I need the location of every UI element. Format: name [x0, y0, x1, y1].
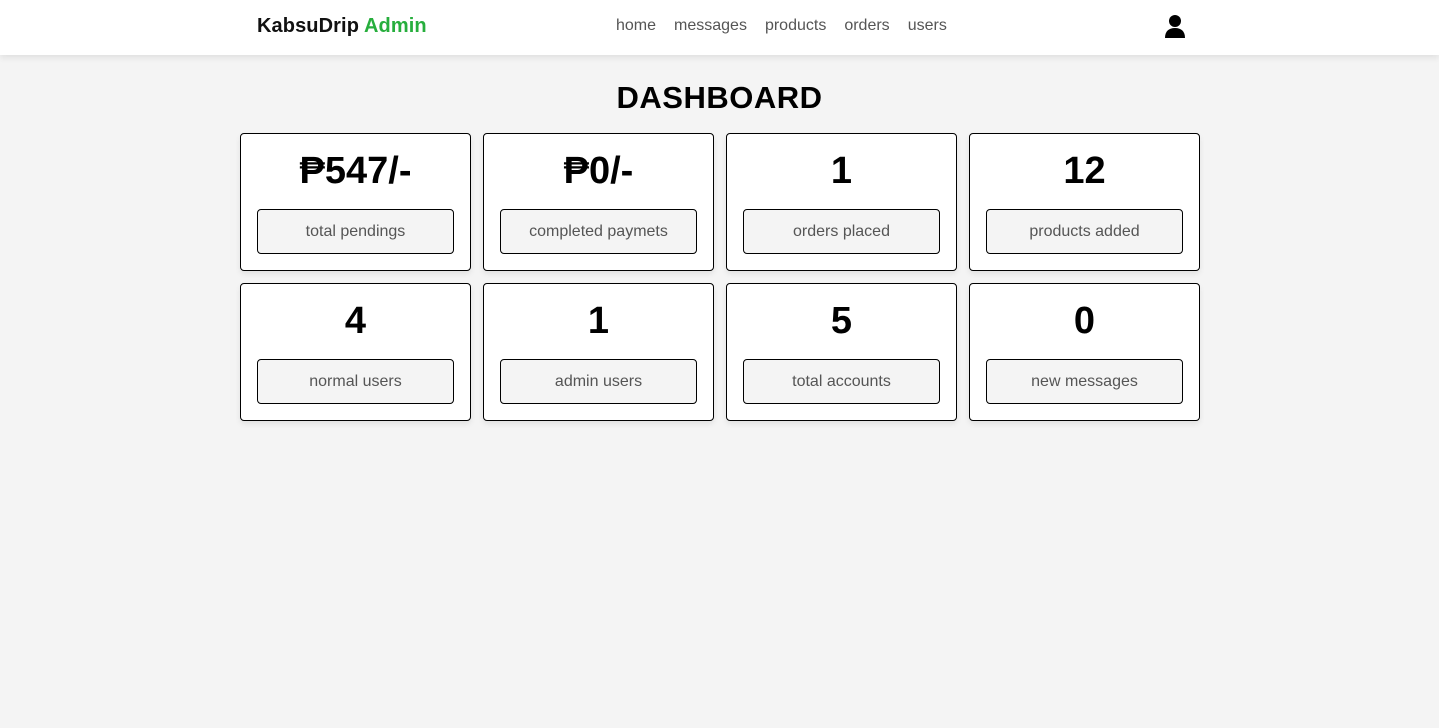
user-icon[interactable]: [1163, 14, 1187, 40]
page-title: DASHBOARD: [616, 80, 823, 115]
card-button[interactable]: products added: [986, 209, 1183, 254]
card-button[interactable]: new messages: [986, 359, 1183, 404]
nav-users[interactable]: users: [908, 17, 947, 35]
nav-orders[interactable]: orders: [844, 17, 889, 35]
card-value: 1: [830, 150, 853, 192]
card-button[interactable]: total accounts: [743, 359, 940, 404]
card-products-added: 12 products added: [969, 133, 1200, 271]
card-orders-placed: 1 orders placed: [726, 133, 957, 271]
card-value: ₱547/-: [299, 150, 412, 192]
card-normal-users: 4 normal users: [240, 283, 471, 421]
logo[interactable]: KabsuDrip Admin: [257, 15, 427, 38]
card-value: ₱0/-: [563, 150, 634, 192]
card-value: 0: [1073, 300, 1096, 342]
nav-products[interactable]: products: [765, 17, 826, 35]
navbar: home messages products orders users: [616, 17, 947, 35]
card-new-messages: 0 new messages: [969, 283, 1200, 421]
card-completed-payments: ₱0/- completed paymets: [483, 133, 714, 271]
card-value: 5: [830, 300, 853, 342]
logo-main: KabsuDrip: [257, 15, 360, 37]
card-total-pendings: ₱547/- total pendings: [240, 133, 471, 271]
card-value: 4: [344, 300, 367, 342]
nav-home[interactable]: home: [616, 17, 656, 35]
card-value: 12: [1063, 150, 1106, 192]
card-admin-users: 1 admin users: [483, 283, 714, 421]
card-button[interactable]: completed paymets: [500, 209, 697, 254]
card-button[interactable]: total pendings: [257, 209, 454, 254]
card-button[interactable]: normal users: [257, 359, 454, 404]
card-button[interactable]: admin users: [500, 359, 697, 404]
header: KabsuDrip Admin home messages products o…: [0, 0, 1439, 55]
card-button[interactable]: orders placed: [743, 209, 940, 254]
logo-accent: Admin: [363, 15, 427, 37]
dashboard-grid: ₱547/- total pendings ₱0/- completed pay…: [240, 133, 1200, 421]
card-value: 1: [587, 300, 610, 342]
card-total-accounts: 5 total accounts: [726, 283, 957, 421]
nav-messages[interactable]: messages: [674, 17, 747, 35]
